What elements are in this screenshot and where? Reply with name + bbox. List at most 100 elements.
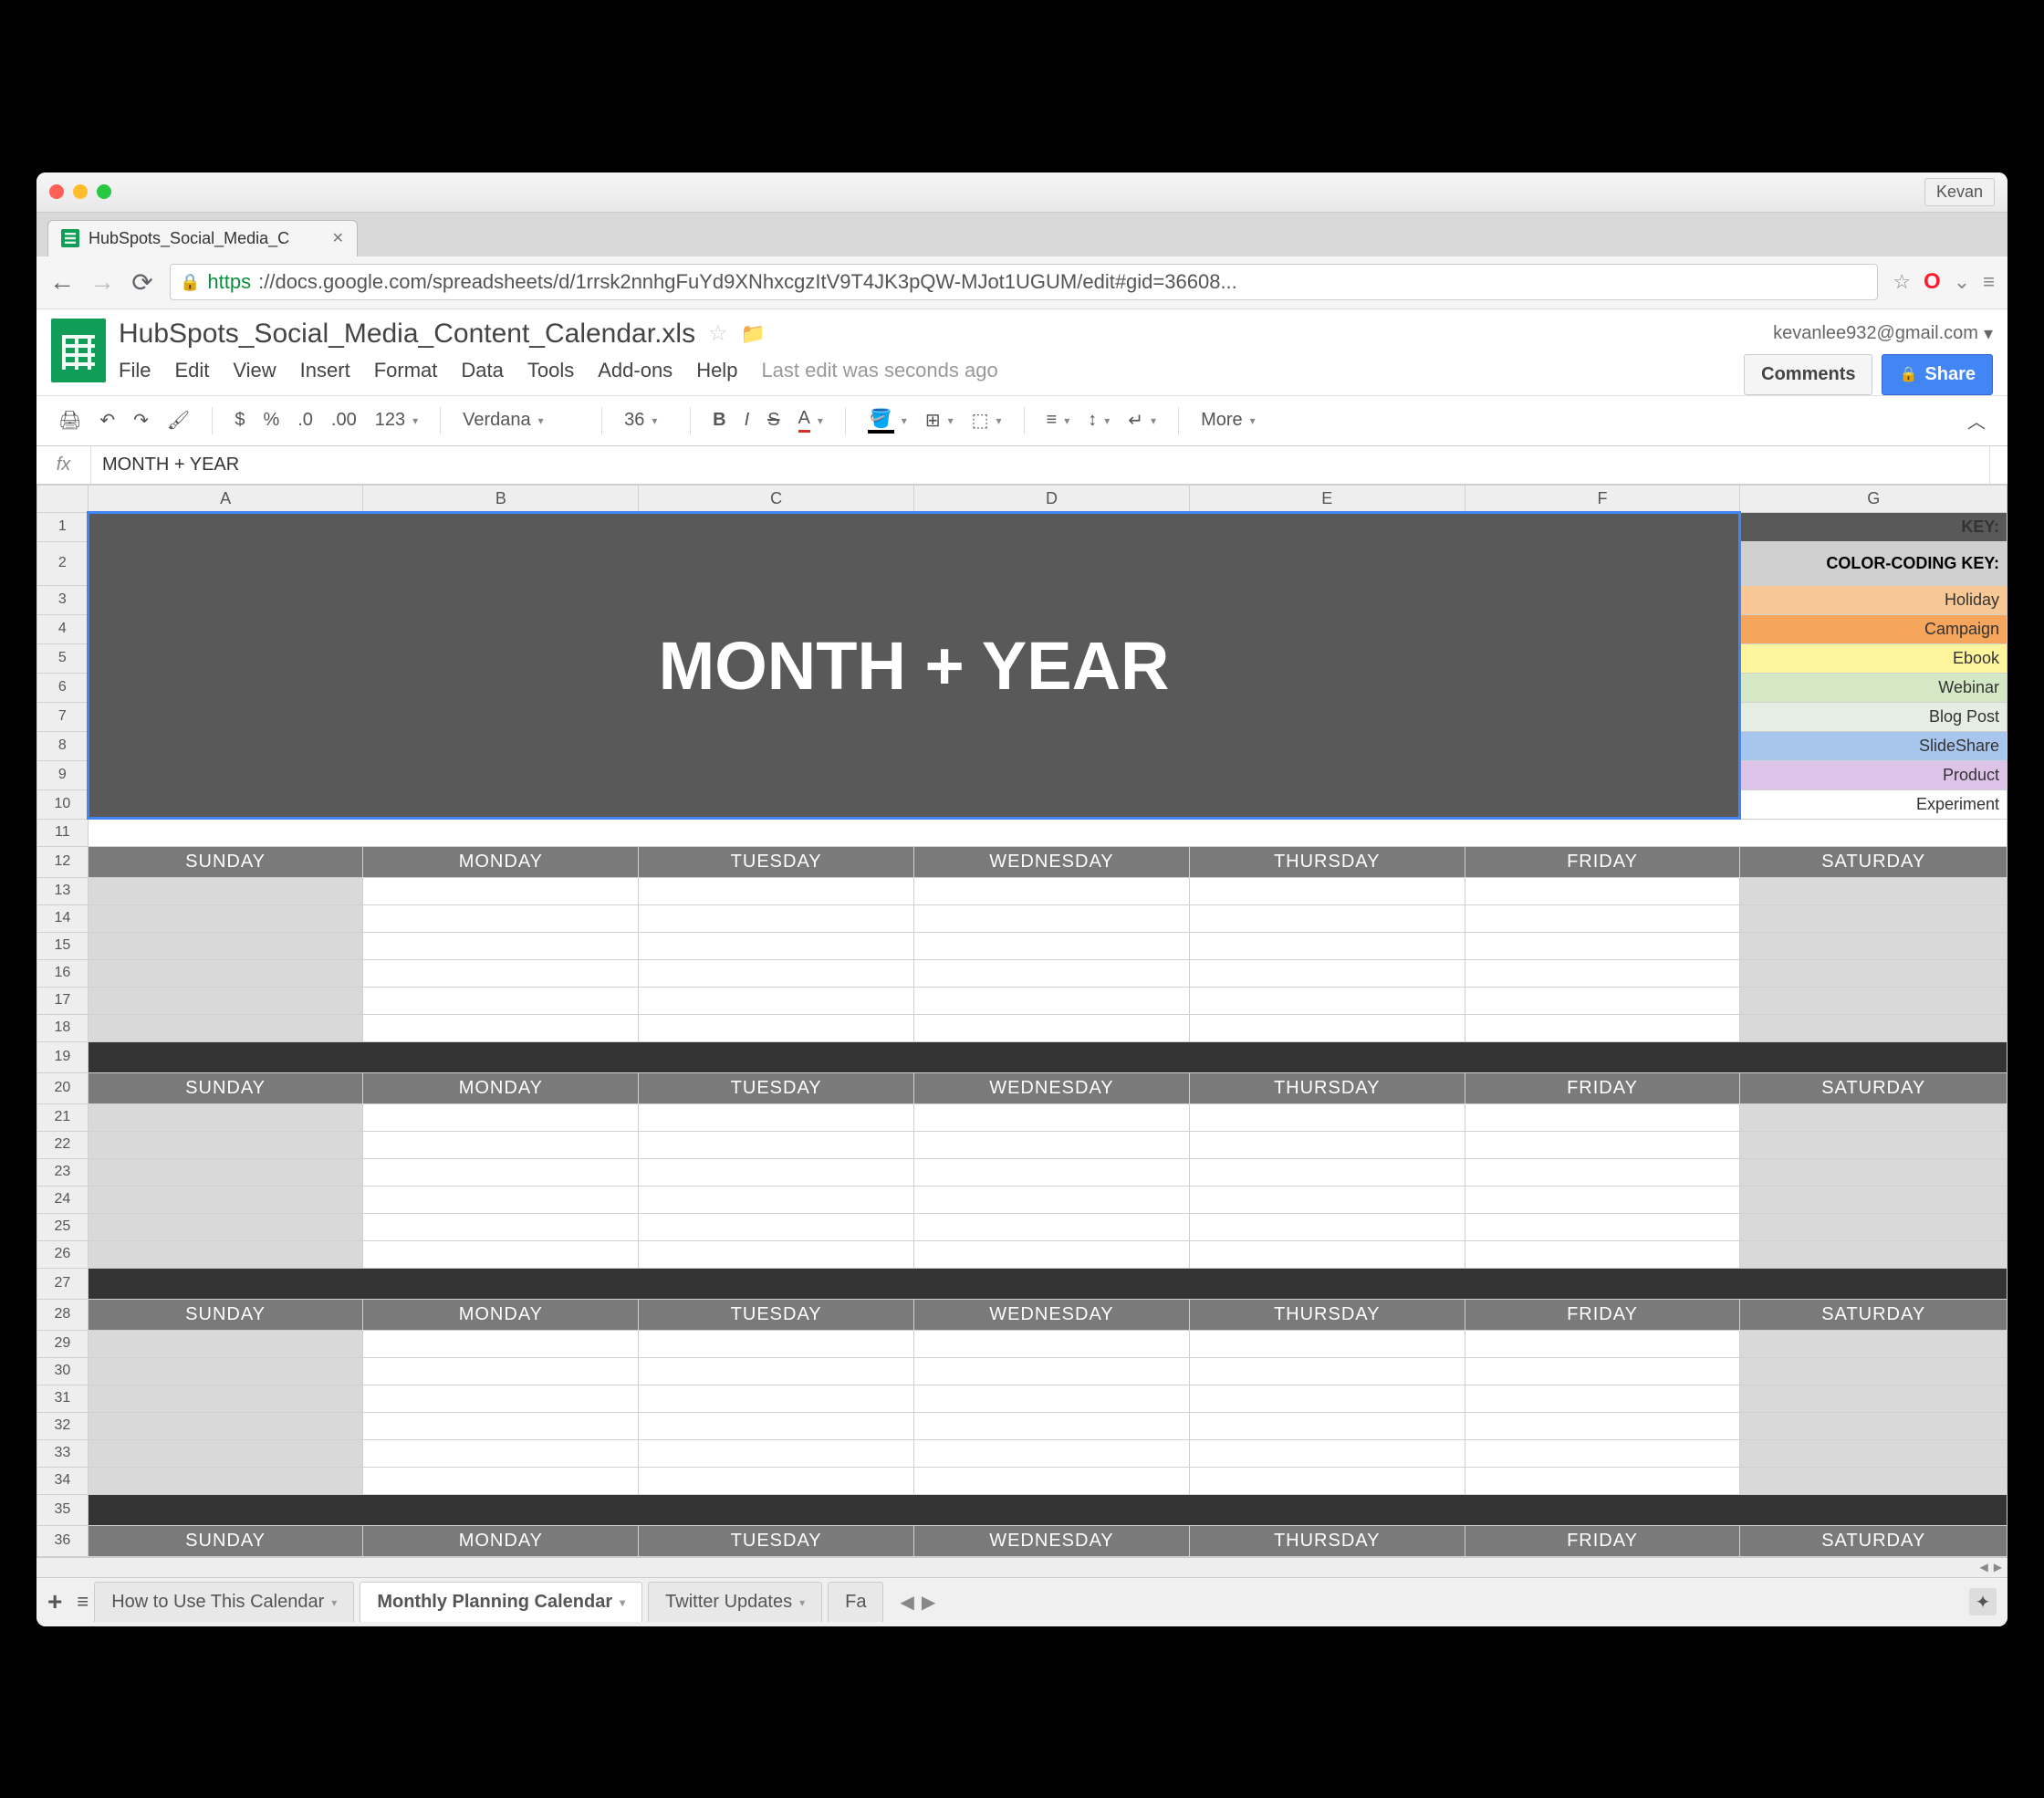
cell[interactable] — [1189, 932, 1465, 959]
cell[interactable] — [914, 1103, 1190, 1131]
day-header-cell[interactable]: SUNDAY — [88, 1299, 363, 1330]
star-document-icon[interactable]: ☆ — [708, 320, 728, 347]
menu-edit[interactable]: Edit — [174, 359, 209, 382]
row-header[interactable]: 21 — [37, 1103, 89, 1131]
cell[interactable] — [639, 877, 914, 904]
key-webinar-cell[interactable]: Webinar — [1740, 673, 2008, 702]
borders-button[interactable]: ⊞ — [920, 405, 959, 435]
more-button[interactable]: More — [1195, 406, 1261, 434]
cell[interactable] — [363, 877, 639, 904]
row-header[interactable]: 7 — [37, 702, 89, 731]
cell[interactable] — [639, 1014, 914, 1041]
row-header[interactable]: 9 — [37, 760, 89, 789]
number-format-button[interactable]: 123 — [370, 406, 423, 434]
cell[interactable] — [1740, 1330, 2008, 1357]
day-header-cell[interactable]: SATURDAY — [1740, 1525, 2008, 1556]
cell[interactable] — [1465, 904, 1740, 932]
cell[interactable] — [1740, 1103, 2008, 1131]
share-button[interactable]: 🔒Share — [1882, 354, 1993, 395]
strikethrough-button[interactable]: S — [762, 406, 785, 434]
row-header[interactable]: 19 — [37, 1041, 89, 1072]
cell[interactable] — [1465, 1330, 1740, 1357]
day-header-cell[interactable]: THURSDAY — [1189, 846, 1465, 877]
cell[interactable] — [88, 1385, 363, 1412]
key-subtitle-cell[interactable]: COLOR-CODING KEY: — [1740, 541, 2008, 585]
cell[interactable] — [363, 1103, 639, 1131]
cell[interactable] — [88, 1330, 363, 1357]
cell[interactable] — [1740, 1131, 2008, 1158]
row-header[interactable]: 25 — [37, 1213, 89, 1240]
row-header[interactable]: 1 — [37, 512, 89, 541]
col-header[interactable]: D — [914, 485, 1190, 512]
day-header-cell[interactable]: THURSDAY — [1189, 1525, 1465, 1556]
col-header[interactable]: B — [363, 485, 639, 512]
back-button[interactable]: ← — [49, 269, 75, 295]
cell[interactable] — [1465, 1385, 1740, 1412]
cell[interactable] — [363, 1412, 639, 1439]
cell[interactable] — [1189, 1412, 1465, 1439]
day-header-cell[interactable]: MONDAY — [363, 1072, 639, 1103]
day-header-cell[interactable]: SATURDAY — [1740, 1072, 2008, 1103]
col-header[interactable]: A — [88, 485, 363, 512]
day-header-cell[interactable]: THURSDAY — [1189, 1072, 1465, 1103]
horizontal-scrollbar[interactable]: ◀▶ — [36, 1557, 2008, 1577]
day-header-cell[interactable]: SUNDAY — [88, 846, 363, 877]
day-header-cell[interactable]: TUESDAY — [639, 1525, 914, 1556]
banner-cell[interactable]: MONTH + YEAR — [88, 512, 1740, 819]
menu-addons[interactable]: Add-ons — [598, 359, 673, 382]
key-product-cell[interactable]: Product — [1740, 760, 2008, 789]
increase-decimal-button[interactable]: .00 — [326, 406, 362, 434]
cell[interactable] — [914, 1439, 1190, 1467]
key-ebook-cell[interactable]: Ebook — [1740, 643, 2008, 673]
col-header[interactable]: G — [1740, 485, 2008, 512]
cell[interactable] — [914, 959, 1190, 987]
move-folder-icon[interactable]: 📁 — [741, 322, 766, 346]
cell[interactable] — [88, 932, 363, 959]
cell[interactable] — [1189, 904, 1465, 932]
address-bar[interactable]: 🔒 https://docs.google.com/spreadsheets/d… — [170, 264, 1878, 300]
cell[interactable] — [1465, 1439, 1740, 1467]
cell[interactable] — [88, 877, 363, 904]
row-header[interactable]: 28 — [37, 1299, 89, 1330]
cell[interactable] — [1465, 1357, 1740, 1385]
cell[interactable] — [914, 1412, 1190, 1439]
cell[interactable] — [1740, 1213, 2008, 1240]
cell[interactable] — [639, 1103, 914, 1131]
cell[interactable] — [1465, 1213, 1740, 1240]
day-header-cell[interactable]: FRIDAY — [1465, 1525, 1740, 1556]
cell[interactable] — [363, 1186, 639, 1213]
all-sheets-button[interactable]: ≡ — [77, 1590, 89, 1614]
fill-color-button[interactable]: 🪣 — [862, 403, 912, 437]
col-header[interactable]: C — [639, 485, 914, 512]
col-header[interactable]: E — [1189, 485, 1465, 512]
cell[interactable] — [914, 1385, 1190, 1412]
cell[interactable] — [639, 932, 914, 959]
cell[interactable] — [1740, 904, 2008, 932]
day-header-cell[interactable]: WEDNESDAY — [914, 1299, 1190, 1330]
select-all-cell[interactable] — [37, 485, 89, 512]
minimize-window-icon[interactable] — [73, 184, 88, 199]
cell[interactable] — [363, 1439, 639, 1467]
cell[interactable] — [363, 1213, 639, 1240]
font-family-select[interactable]: Verdana — [457, 406, 585, 434]
text-color-button[interactable]: A — [793, 404, 829, 436]
cell[interactable] — [1465, 987, 1740, 1014]
sheet-tab-howto[interactable]: How to Use This Calendar▾ — [94, 1582, 354, 1622]
key-campaign-cell[interactable]: Campaign — [1740, 614, 2008, 643]
account-email[interactable]: kevanlee932@gmail.com▾ — [1773, 322, 1993, 345]
day-header-cell[interactable]: THURSDAY — [1189, 1299, 1465, 1330]
row-header[interactable]: 31 — [37, 1385, 89, 1412]
sheet-tab-twitter[interactable]: Twitter Updates▾ — [648, 1582, 822, 1622]
cell[interactable] — [914, 877, 1190, 904]
cell[interactable] — [639, 987, 914, 1014]
row-header[interactable]: 8 — [37, 731, 89, 760]
row-header[interactable]: 15 — [37, 932, 89, 959]
cell[interactable] — [639, 1330, 914, 1357]
row-header[interactable]: 2 — [37, 541, 89, 585]
close-tab-icon[interactable]: ✕ — [332, 229, 344, 247]
cell[interactable] — [1740, 987, 2008, 1014]
cell[interactable] — [1189, 987, 1465, 1014]
cell[interactable] — [88, 987, 363, 1014]
cell[interactable] — [1465, 959, 1740, 987]
cell[interactable] — [639, 1158, 914, 1186]
